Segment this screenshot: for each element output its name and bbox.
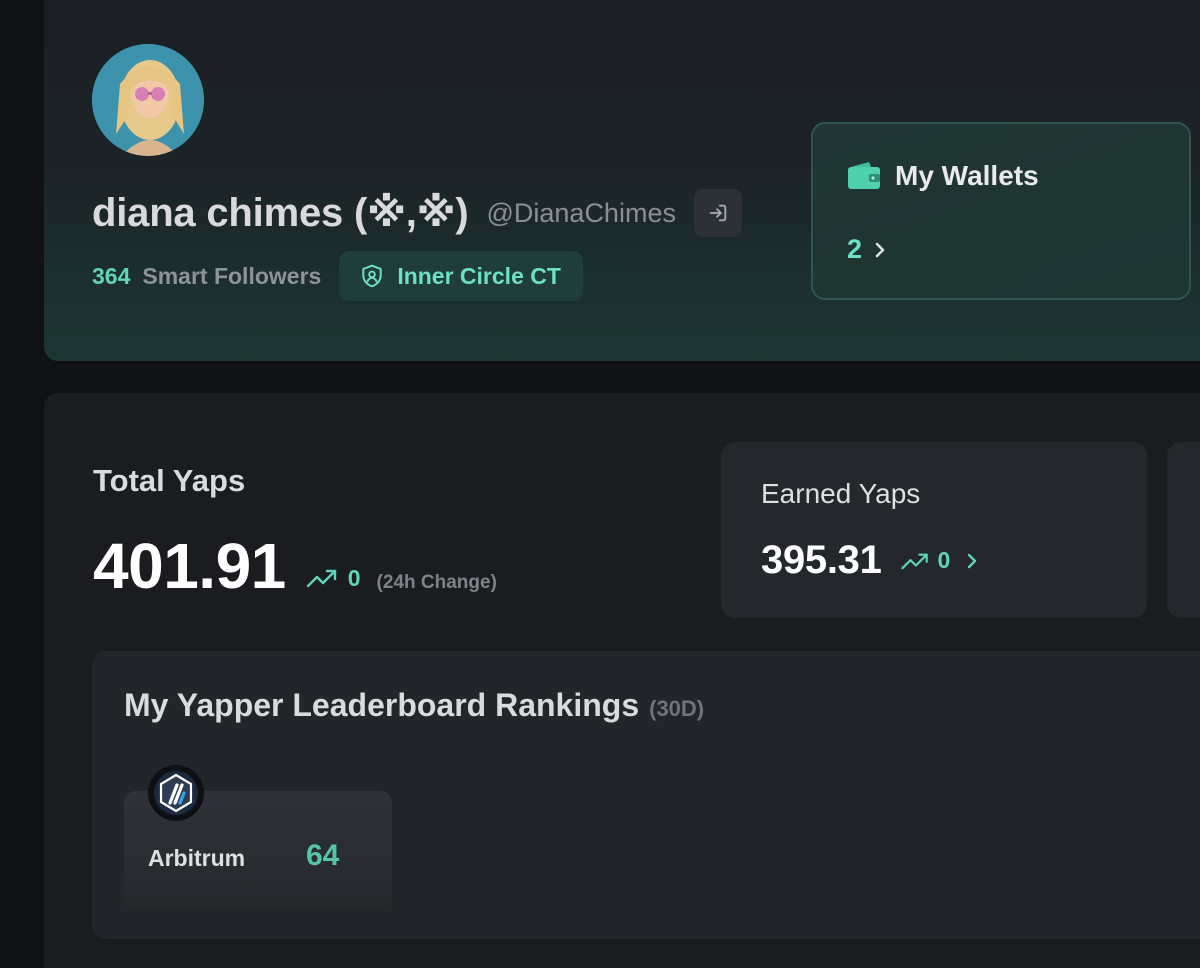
- arbitrum-logo-icon: [148, 765, 204, 821]
- shield-icon: [362, 264, 382, 288]
- ranking-position: 64: [306, 839, 340, 872]
- avatar[interactable]: [92, 44, 204, 156]
- earned-yaps-row: 395.31 0: [761, 538, 980, 583]
- login-icon: [709, 204, 727, 222]
- wallets-title-row: My Wallets: [847, 160, 1039, 192]
- trending-up-icon: [900, 553, 928, 569]
- next-stat-card[interactable]: [1167, 442, 1200, 618]
- total-yaps-row: 401.91 0 (24h Change): [93, 529, 497, 603]
- ranking-project-name: Arbitrum: [148, 845, 246, 871]
- chevron-right-icon[interactable]: [964, 552, 980, 570]
- ranking-card-arbitrum[interactable]: Arbitrum 64: [124, 765, 392, 909]
- my-wallets-card[interactable]: My Wallets 2: [811, 122, 1191, 300]
- display-name: diana chimes (※,※): [92, 191, 469, 235]
- earned-yaps-value: 395.31: [761, 538, 882, 582]
- total-yaps-label: Total Yaps: [93, 463, 246, 498]
- followers-row: 364 Smart Followers Inner Circle CT: [92, 250, 583, 302]
- inner-circle-badge[interactable]: Inner Circle CT: [339, 251, 583, 301]
- chevron-right-icon: [875, 242, 885, 257]
- wallet-icon: [848, 162, 880, 189]
- badge-label: Inner Circle CT: [397, 262, 561, 289]
- total-yaps-trend: 0: [306, 565, 361, 592]
- smart-followers-count[interactable]: 364: [92, 263, 130, 290]
- leaderboard-title-row: My Yapper Leaderboard Rankings (30D): [124, 687, 704, 724]
- smart-followers-label: Smart Followers: [142, 262, 322, 289]
- leaderboard-title: My Yapper Leaderboard Rankings: [124, 687, 640, 723]
- trending-up-icon: [306, 569, 336, 588]
- earned-yaps-label: Earned Yaps: [761, 478, 921, 509]
- total-yaps-value: 401.91: [93, 530, 286, 602]
- leaderboard-section: My Yapper Leaderboard Rankings (30D) Arb…: [92, 651, 1200, 939]
- earned-yaps-card[interactable]: Earned Yaps 395.31 0: [721, 442, 1147, 618]
- stats-panel: Total Yaps 401.91 0 (24h Change) Earned …: [44, 393, 1200, 968]
- leaderboard-period: (30D): [649, 696, 705, 721]
- profile-card: diana chimes (※,※) @DianaChimes 364 Smar…: [44, 0, 1200, 361]
- total-yaps-change: 0: [347, 564, 361, 591]
- wallets-count: 2: [847, 234, 863, 264]
- wallets-count-row[interactable]: 2: [847, 234, 888, 265]
- earned-yaps-trend: 0: [900, 547, 981, 574]
- wallets-title: My Wallets: [895, 160, 1039, 191]
- login-button[interactable]: [693, 189, 742, 237]
- earned-yaps-change: 0: [937, 547, 951, 573]
- twitter-handle[interactable]: @DianaChimes: [486, 198, 675, 229]
- page: diana chimes (※,※) @DianaChimes 364 Smar…: [0, 0, 1200, 968]
- profile-name-row: diana chimes (※,※) @DianaChimes: [92, 188, 742, 238]
- change-period-note: (24h Change): [376, 572, 497, 593]
